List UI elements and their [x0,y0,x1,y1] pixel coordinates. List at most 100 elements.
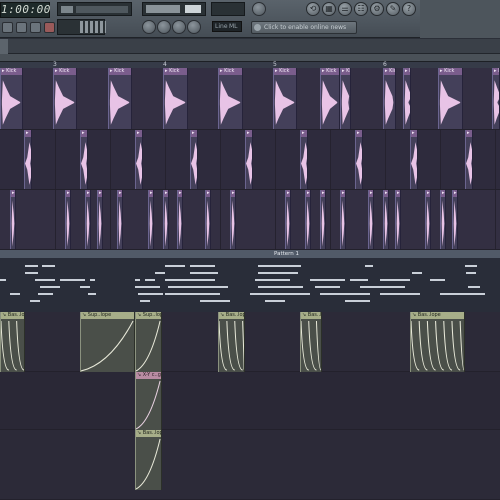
audio-clip[interactable]: ▸ [230,190,236,249]
clip-header[interactable]: ▸ [384,190,388,197]
playlist-icon[interactable]: ⟲ [306,2,320,16]
audio-clip[interactable]: ▸ [440,190,446,249]
audio-clip[interactable]: ▸ Kick [218,68,243,129]
audio-clip[interactable]: ▸ [205,190,211,249]
automation-clip[interactable]: ↘ Sup..lope [135,312,162,372]
pattern-selector[interactable] [142,2,206,16]
audio-clip[interactable]: ▸ [425,190,431,249]
audio-clip[interactable]: ▸ [300,130,308,189]
audio-clip[interactable]: ▸ Kick [273,68,297,129]
audio-clip[interactable]: ▸ [452,190,458,249]
audio-clip[interactable]: ▸ [245,130,253,189]
track-clap[interactable]: ▸ ▸ ▸ ▸ ▸ ▸ ▸ ▸ ▸ [0,130,500,190]
stop-button[interactable] [30,22,41,33]
clip-header[interactable]: ▸ [246,130,252,137]
clip-header[interactable]: ▸ [306,190,310,197]
mixer-icon[interactable]: ⚌ [338,2,352,16]
clip-header[interactable]: ▸ [66,190,70,197]
audio-clip[interactable]: ▸ [135,130,143,189]
automation-clip[interactable]: ↘ Sup..lope [80,312,135,372]
clip-header[interactable]: ▸ Kick [341,68,350,75]
pattern-track[interactable] [0,250,500,312]
audio-clip[interactable]: ▸ [65,190,71,249]
track-automation-2[interactable] [0,372,500,430]
automation-clip-header[interactable]: ↘ Bas..lope [136,430,161,437]
clip-header[interactable]: ▸ [136,130,142,137]
clip-header[interactable]: ▸ Kick [493,68,499,75]
clip-header[interactable]: ▸ [206,190,210,197]
clip-header[interactable]: ▸ Kick [1,68,22,75]
clip-header[interactable]: ▸ [191,130,197,137]
audio-clip[interactable]: ▸ Kick [340,68,351,129]
audio-clip[interactable]: ▸ [148,190,154,249]
online-news-bar[interactable]: Click to enable online news [251,21,357,34]
pattern-clip-header[interactable]: Pattern 1 [0,250,500,258]
play-button[interactable] [16,22,27,33]
clip-header[interactable]: ▸ [356,130,362,137]
audio-clip[interactable]: ▸ Kick [492,68,500,129]
audio-clip[interactable]: ▸ Kick [438,68,463,129]
piano-roll-icon[interactable]: ▦ [322,2,336,16]
automation-clip-header[interactable]: ↘ Bas..lope [411,312,464,319]
audio-clip[interactable]: ▸ Kick [403,68,411,129]
clip-header[interactable]: ▸ [81,130,87,137]
automation-clip-header[interactable]: ↘ Bas..lope [219,312,244,319]
automation-clip[interactable]: ↘ Bas..lope [218,312,245,372]
audio-clip[interactable]: ▸ [320,190,326,249]
audio-clip[interactable]: ▸ [305,190,311,249]
clip-header[interactable]: ▸ [98,190,102,197]
audio-clip[interactable]: ▸ [80,130,88,189]
record-button[interactable] [44,22,55,33]
audio-clip[interactable]: ▸ [285,190,291,249]
automation-clip[interactable]: ↘ Bas..lope [0,312,25,372]
clip-header[interactable]: ▸ [231,190,235,197]
clip-header[interactable]: ▸ [178,190,182,197]
clip-header[interactable]: ▸ [466,130,472,137]
clip-header[interactable]: ▸ [411,130,417,137]
clip-header[interactable]: ▸ Kick [404,68,410,75]
clip-header[interactable]: ▸ Kick [164,68,187,75]
audio-clip[interactable]: ▸ [410,130,418,189]
clip-header[interactable]: ▸ Kick [321,68,339,75]
audio-clip[interactable]: ▸ [163,190,169,249]
automation-clip[interactable]: ↘ X-Y c..ger [135,372,162,430]
clip-header[interactable]: ▸ Kick [384,68,395,75]
audio-clip[interactable]: ▸ [24,130,32,189]
wait-for-input-icon[interactable] [157,20,171,34]
clip-header[interactable]: ▸ [453,190,457,197]
clip-header[interactable]: ▸ [396,190,400,197]
clip-header[interactable]: ▸ [11,190,15,197]
window-tile-icon[interactable] [252,2,266,16]
clip-header[interactable]: ▸ [441,190,445,197]
clip-header[interactable]: ▸ [149,190,153,197]
audio-clip[interactable]: ▸ [340,190,346,249]
audio-clip[interactable]: ▸ [465,130,473,189]
track-automation-3[interactable] [0,430,500,500]
countdown-icon[interactable] [172,20,186,34]
clip-header[interactable]: ▸ [25,130,31,137]
clip-header[interactable]: ▸ [369,190,373,197]
audio-clip[interactable]: ▸ [85,190,91,249]
automation-clip-header[interactable]: ↘ Bas..lope [301,312,321,319]
browser-icon[interactable]: ⚙ [370,2,384,16]
blend-notes-icon[interactable] [187,20,201,34]
audio-clip[interactable]: ▸ Kick [0,68,23,129]
audio-clip[interactable]: ▸ Kick [108,68,132,129]
clip-header[interactable]: ▸ Kick [274,68,296,75]
audio-clip[interactable]: ▸ Kick [163,68,188,129]
clip-header[interactable]: ▸ [301,130,307,137]
audio-clip[interactable]: ▸ [97,190,103,249]
clip-header[interactable]: ▸ [286,190,290,197]
metronome-icon[interactable] [142,20,156,34]
audio-clip[interactable]: ▸ [395,190,401,249]
clip-header[interactable]: ▸ Kick [109,68,131,75]
audio-clip[interactable]: ▸ [355,130,363,189]
automation-clip[interactable]: ↘ Bas..lope [135,430,162,490]
track-kick[interactable]: ▸ Kick ▸ Kick ▸ Kick ▸ Kick ▸ Kick ▸ Kick ▸ Ki… [0,68,500,130]
audio-clip[interactable]: ▸ [177,190,183,249]
audio-clip[interactable]: ▸ Kick [320,68,340,129]
clip-header[interactable]: ▸ Kick [54,68,76,75]
clip-header[interactable]: ▸ [118,190,122,197]
clip-header[interactable]: ▸ [426,190,430,197]
audio-clip[interactable]: ▸ Kick [383,68,396,129]
